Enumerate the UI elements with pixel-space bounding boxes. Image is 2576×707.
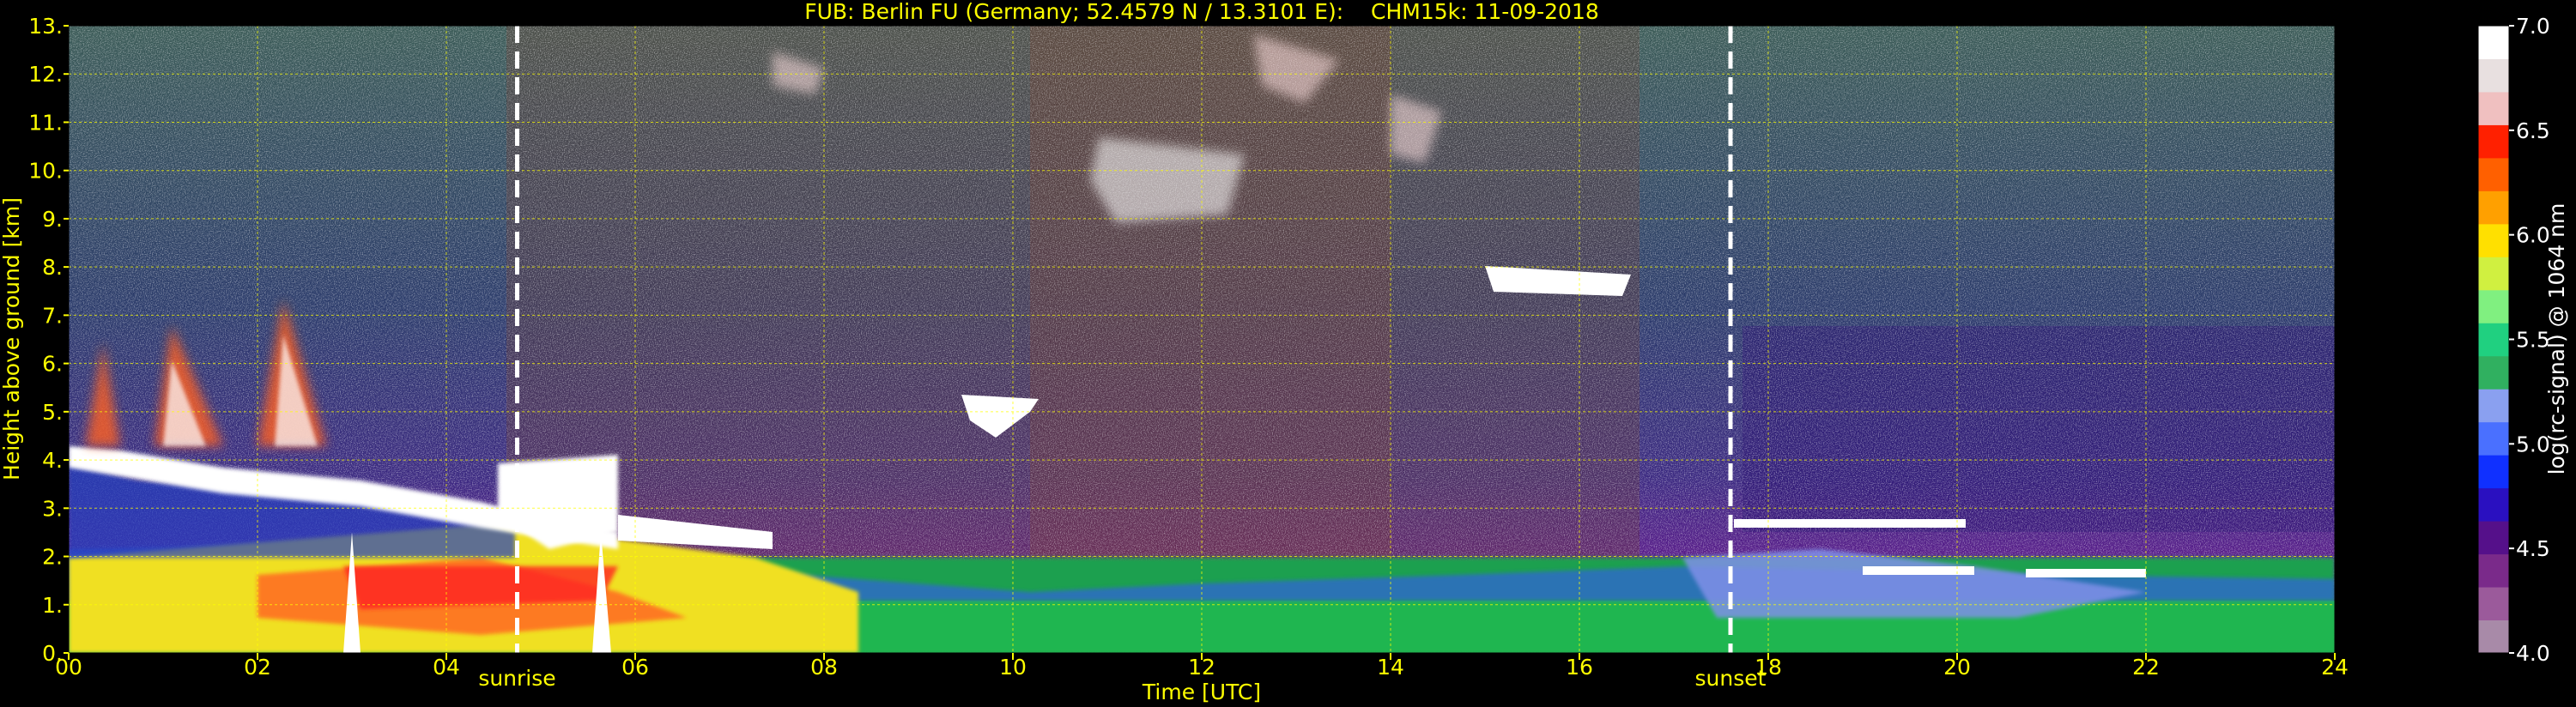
colorbar-segment xyxy=(2478,553,2509,588)
y-tick-label: 4. xyxy=(42,448,63,473)
y-tick-label: 1. xyxy=(42,593,63,618)
colorbar-segment xyxy=(2478,587,2509,621)
y-tick-label: 6. xyxy=(42,352,63,377)
y-tick-label: 12. xyxy=(28,62,63,87)
y-tick-label: 8. xyxy=(42,255,63,280)
colorbar-segment xyxy=(2478,289,2509,323)
x-tick-label: 10 xyxy=(999,655,1027,680)
colorbar-segment xyxy=(2478,355,2509,390)
x-tick-label: 12 xyxy=(1188,655,1215,680)
colorbar-segment xyxy=(2478,257,2509,291)
x-tick-label: 02 xyxy=(244,655,271,680)
x-axis-ticks: 00 02 04 06 08 10 12 14 16 18 20 22 24 xyxy=(55,653,2349,680)
colorbar-segment xyxy=(2478,323,2509,357)
colorbar-tick-label: 7.0 xyxy=(2516,14,2550,39)
colorbar-segment xyxy=(2478,91,2509,125)
chart-title: FUB: Berlin FU (Germany; 52.4579 N / 13.… xyxy=(804,0,1599,24)
colorbar-segment xyxy=(2478,487,2509,522)
y-tick-label: 13. xyxy=(28,14,63,39)
y-tick-label: 2. xyxy=(42,545,63,570)
y-tick-label: 9. xyxy=(42,207,63,232)
y-tick-label: 3. xyxy=(42,496,63,521)
x-tick-label: 16 xyxy=(1566,655,1593,680)
colorbar-tick-label: 4.0 xyxy=(2516,641,2550,666)
sunrise-label: sunrise xyxy=(478,666,555,691)
x-axis-label: Time [UTC] xyxy=(1142,680,1261,704)
x-tick-label: 04 xyxy=(433,655,460,680)
colorbar-segment xyxy=(2478,58,2509,93)
x-tick-label: 06 xyxy=(621,655,649,680)
colorbar-tick-label: 6.5 xyxy=(2516,118,2550,143)
y-tick-label: 11. xyxy=(28,110,63,135)
lidar-quicklook-chart: sunrise sunset 00 02 04 06 08 10 12 14 16 18 20 22 24… xyxy=(0,0,2569,704)
colorbar-segment xyxy=(2478,223,2509,257)
x-tick-label: 08 xyxy=(810,655,838,680)
colorbar-segment xyxy=(2478,124,2509,159)
colorbar: 4.04.55.05.56.06.57.0 xyxy=(2477,14,2550,666)
colorbar-segment xyxy=(2478,455,2509,489)
colorbar-segment xyxy=(2478,26,2509,59)
y-axis-label: Height above ground [km] xyxy=(0,197,24,480)
colorbar-segment xyxy=(2478,521,2509,555)
y-tick-label: 10. xyxy=(28,159,63,184)
colorbar-segment xyxy=(2478,421,2509,456)
x-tick-label: 14 xyxy=(1377,655,1404,680)
colorbar-tick-label: 4.5 xyxy=(2516,536,2550,561)
colorbar-segment xyxy=(2478,157,2509,191)
colorbar-label: log(rc-signal) @ 1064 nm xyxy=(2544,203,2569,475)
y-tick-label: 7. xyxy=(42,303,63,328)
colorbar-segment xyxy=(2478,619,2509,654)
y-axis-ticks: 0. 1. 2. 3. 4. 5. 6. 7. 8. 9. 10. 11. 12. 13. xyxy=(28,14,69,666)
x-tick-label: 20 xyxy=(1943,655,1971,680)
x-tick-label: 24 xyxy=(2321,655,2349,680)
colorbar-segment xyxy=(2478,190,2509,225)
y-tick-label: 0. xyxy=(42,641,63,666)
x-tick-label: 18 xyxy=(1755,655,1782,680)
colorbar-segment xyxy=(2478,389,2509,423)
x-tick-label: 22 xyxy=(2132,655,2160,680)
y-tick-label: 5. xyxy=(42,400,63,425)
